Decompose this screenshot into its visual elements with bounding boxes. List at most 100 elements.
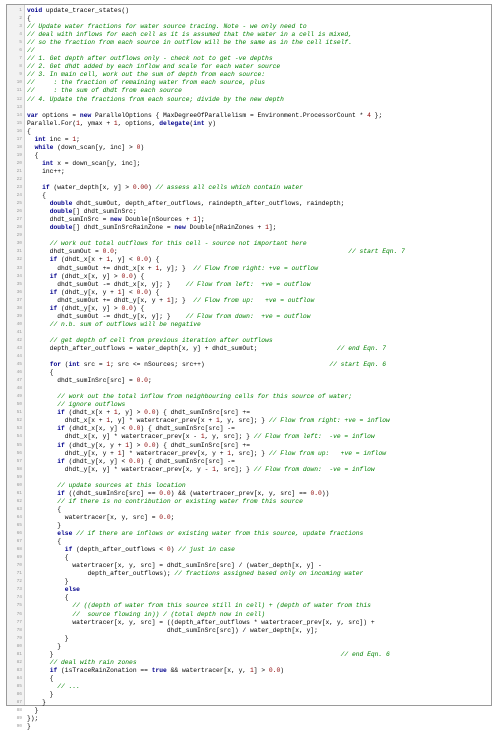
code-text: { bbox=[27, 369, 54, 377]
comment-token: // : the fraction of remaining water fro… bbox=[27, 79, 266, 87]
keyword-token: while bbox=[34, 143, 54, 151]
line-number: 81 bbox=[16, 651, 22, 657]
code-text: ) bbox=[140, 143, 145, 151]
line-number: 60 bbox=[16, 482, 22, 488]
comment-token: // 4. Update the fractions from each sou… bbox=[27, 95, 284, 103]
code-line: 79 } bbox=[17, 635, 489, 643]
code-line: 21 inc++; bbox=[17, 168, 489, 176]
code-text: watertracer[x, y, src] = bbox=[27, 513, 160, 521]
code-text: { bbox=[27, 151, 39, 159]
code-text: { bbox=[27, 15, 31, 23]
code-text: (dhdt_y[x, y + bbox=[64, 441, 126, 449]
code-line: 11 // : the sum of dhdt from each source bbox=[17, 87, 489, 95]
keyword-token: int bbox=[34, 135, 46, 143]
code-text: ParallelOptions { MaxDegreeOfParallelism… bbox=[91, 111, 368, 119]
line-number: 26 bbox=[16, 209, 22, 215]
code-text: Double[nSources + bbox=[121, 216, 194, 224]
code-line: 87 } bbox=[17, 699, 489, 707]
code-text: , y]; } bbox=[159, 264, 194, 272]
keyword-token: if bbox=[42, 184, 50, 192]
line-number: 9 bbox=[19, 72, 22, 78]
line-number: 73 bbox=[16, 587, 22, 593]
line-number: 76 bbox=[16, 611, 22, 617]
code-line: 38 if (dhdt_y[x, y] > 0.0) { bbox=[17, 304, 489, 313]
code-text: ] > bbox=[253, 666, 269, 674]
comment-token: // fractions assigned based only on inco… bbox=[174, 570, 364, 578]
code-line: 48 bbox=[17, 385, 489, 393]
code-text: ) bbox=[147, 184, 156, 192]
line-number: 36 bbox=[16, 289, 22, 295]
comment-token: // ... bbox=[57, 682, 80, 690]
keyword-token: double bbox=[49, 200, 73, 208]
line-number: 58 bbox=[16, 466, 22, 472]
keyword-token: if bbox=[57, 457, 65, 465]
number-token: 0.0 bbox=[136, 256, 148, 264]
keyword-token: delegate bbox=[159, 119, 190, 127]
line-number: 38 bbox=[16, 305, 22, 311]
code-text: dhdt_sumOut += dhdt_x[x + bbox=[27, 264, 156, 272]
line-number: 47 bbox=[16, 378, 22, 384]
code-text: ]; } bbox=[170, 296, 194, 304]
code-line: 67 { bbox=[17, 538, 489, 546]
code-text: Parallel.For( bbox=[27, 119, 77, 127]
code-line: 52 dhdt_x[x + 1, y] * watertracer_prev[x… bbox=[17, 417, 489, 425]
keyword-token: double bbox=[49, 224, 73, 232]
keyword-token: new bbox=[79, 111, 92, 119]
code-line: 65 } bbox=[17, 522, 489, 530]
code-line: 41 bbox=[17, 329, 489, 337]
code-line: 5 // so the fraction from each source in … bbox=[19, 39, 489, 47]
code-text: (dhdt_x[x + bbox=[57, 256, 107, 264]
code-text: ) { dhdt_sumInSrc[src] += bbox=[155, 441, 250, 449]
line-number: 50 bbox=[16, 402, 22, 408]
line-number: 79 bbox=[16, 635, 22, 641]
code-line: 61 if ((dhdt_sumInSrc[src] == 0.0) && (w… bbox=[17, 489, 489, 498]
code-line: 43 depth_after_outflows = water_depth[x,… bbox=[17, 344, 489, 353]
line-number: 65 bbox=[16, 523, 22, 528]
line-number: 8 bbox=[19, 64, 22, 70]
line-number: 20 bbox=[16, 160, 22, 166]
line-number: 14 bbox=[16, 112, 22, 118]
comment-token: // work out total outflows for this cell… bbox=[49, 240, 307, 248]
code-text: }); bbox=[27, 715, 39, 723]
keyword-token: var bbox=[27, 111, 39, 119]
code-line: 7 // 1. Get depth after outflows only - c… bbox=[19, 55, 489, 63]
comment-token: // Flow from left: +ve = outflow bbox=[185, 280, 311, 288]
code-text: ) { dhdt_sumInSrc[src] -= bbox=[140, 425, 235, 433]
line-number: 51 bbox=[16, 410, 22, 416]
line-number: 57 bbox=[16, 458, 22, 464]
comment-token: // assess all cells which contain water bbox=[155, 184, 303, 192]
line-number: 42 bbox=[16, 337, 22, 343]
code-text: ; bbox=[170, 513, 175, 521]
code-text: , y] > bbox=[117, 409, 145, 417]
line-number: 52 bbox=[16, 418, 22, 424]
line-number: 33 bbox=[16, 265, 22, 271]
code-text: (dhdt_x[x + bbox=[64, 409, 114, 417]
code-line: 14 var options = new ParallelOptions { Ma… bbox=[17, 111, 489, 120]
code-line: 37 dhdt_sumOut += dhdt_y[x, y + 1]; } //… bbox=[17, 296, 489, 305]
line-number: 12 bbox=[16, 96, 22, 102]
line-number: 22 bbox=[16, 176, 22, 182]
code-editor[interactable]: 1 void update_tracer_states() 2{3// Update… bbox=[6, 4, 492, 730]
code-text: (down_scan[y, inc] > bbox=[53, 143, 137, 151]
code-listing[interactable]: 1 void update_tracer_states() 2{3// Update… bbox=[17, 7, 489, 731]
code-text: depth_after_outflows = water_depth[x, y]… bbox=[27, 344, 337, 352]
code-text: (dhdt_y[x, y + bbox=[57, 288, 118, 296]
code-line: 44 bbox=[17, 353, 489, 361]
line-number: 5 bbox=[19, 40, 22, 46]
number-token: 0.0 bbox=[121, 304, 133, 312]
comment-token: // end Eqn. 7 bbox=[336, 344, 386, 352]
line-number: 68 bbox=[16, 547, 22, 553]
code-text: ; bbox=[76, 135, 80, 143]
code-text: ((dhdt_sumInSrc[src] == bbox=[64, 489, 160, 497]
code-text: , src]; } bbox=[231, 449, 269, 457]
line-number: 56 bbox=[16, 450, 22, 456]
number-token: 0.0 bbox=[159, 513, 171, 521]
